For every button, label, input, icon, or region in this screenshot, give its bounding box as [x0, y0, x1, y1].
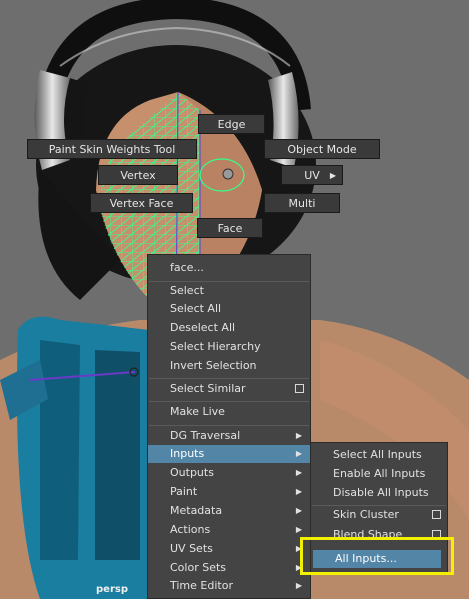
mm-vertex-face-button[interactable]: Vertex Face [90, 193, 193, 213]
menu-item-invert-selection[interactable]: Invert Selection [148, 357, 310, 375]
menu-item-make-live[interactable]: Make Live [148, 403, 310, 421]
submenu-arrow-icon: ▶ [329, 171, 336, 180]
menu-header-face[interactable]: face... [148, 259, 310, 277]
submenu-arrow-icon: ▶ [295, 449, 302, 458]
menu-item-select-similar[interactable]: Select Similar [148, 380, 310, 398]
mm-edge-button[interactable]: Edge [198, 114, 265, 134]
menu-item-time-editor[interactable]: Time Editor ▶ [148, 577, 310, 595]
mm-uv-label: UV [304, 169, 320, 182]
submenu-arrow-icon: ▶ [295, 468, 302, 477]
context-menu: face... Select Select All Deselect All S… [147, 254, 311, 599]
menu-item-actions[interactable]: Actions ▶ [148, 521, 310, 539]
menu-item-select-similar-label: Select Similar [170, 382, 246, 395]
submenu-item-skin-cluster[interactable]: Skin Cluster [311, 506, 447, 524]
menu-item-time-editor-label: Time Editor [170, 579, 233, 592]
menu-item-paint[interactable]: Paint ▶ [148, 483, 310, 501]
option-box-icon[interactable] [432, 510, 441, 519]
menu-item-metadata-label: Metadata [170, 504, 223, 517]
submenu-item-disable-all-inputs[interactable]: Disable All Inputs [311, 484, 447, 502]
menu-divider [149, 425, 309, 426]
menu-item-actions-label: Actions [170, 523, 211, 536]
menu-item-dg-traversal-label: DG Traversal [170, 429, 241, 442]
mm-paint-skin-weights-button[interactable]: Paint Skin Weights Tool [27, 139, 197, 159]
menu-item-deselect-all[interactable]: Deselect All [148, 319, 310, 337]
menu-item-uv-sets[interactable]: UV Sets ▶ [148, 540, 310, 558]
menu-divider [149, 378, 309, 379]
menu-item-color-sets[interactable]: Color Sets ▶ [148, 559, 310, 577]
menu-item-paint-label: Paint [170, 485, 198, 498]
mm-face-button[interactable]: Face [197, 218, 263, 238]
mm-object-mode-button[interactable]: Object Mode [264, 139, 380, 159]
menu-item-select-all[interactable]: Select All [148, 300, 310, 318]
menu-item-outputs[interactable]: Outputs ▶ [148, 464, 310, 482]
menu-item-dg-traversal[interactable]: DG Traversal ▶ [148, 427, 310, 445]
highlight-callout-box [300, 537, 454, 575]
menu-item-uv-sets-label: UV Sets [170, 542, 213, 555]
menu-item-inputs[interactable]: Inputs ▶ [148, 445, 310, 463]
submenu-item-skin-cluster-label: Skin Cluster [333, 508, 399, 521]
menu-item-inputs-label: Inputs [170, 447, 205, 460]
mm-multi-button[interactable]: Multi [264, 193, 340, 213]
menu-item-metadata[interactable]: Metadata ▶ [148, 502, 310, 520]
submenu-arrow-icon: ▶ [295, 581, 302, 590]
submenu-arrow-icon: ▶ [295, 487, 302, 496]
option-box-icon[interactable] [295, 384, 304, 393]
menu-item-select[interactable]: Select [148, 282, 310, 300]
submenu-arrow-icon: ▶ [295, 431, 302, 440]
menu-divider [149, 401, 309, 402]
menu-item-select-hierarchy[interactable]: Select Hierarchy [148, 338, 310, 356]
mm-vertex-button[interactable]: Vertex [98, 165, 178, 185]
submenu-arrow-icon: ▶ [295, 506, 302, 515]
menu-item-outputs-label: Outputs [170, 466, 214, 479]
submenu-item-enable-all-inputs[interactable]: Enable All Inputs [311, 465, 447, 483]
camera-label: persp [96, 584, 128, 595]
menu-item-color-sets-label: Color Sets [170, 561, 227, 574]
submenu-item-select-all-inputs[interactable]: Select All Inputs [311, 446, 447, 464]
mm-uv-button[interactable]: UV ▶ [281, 165, 343, 185]
